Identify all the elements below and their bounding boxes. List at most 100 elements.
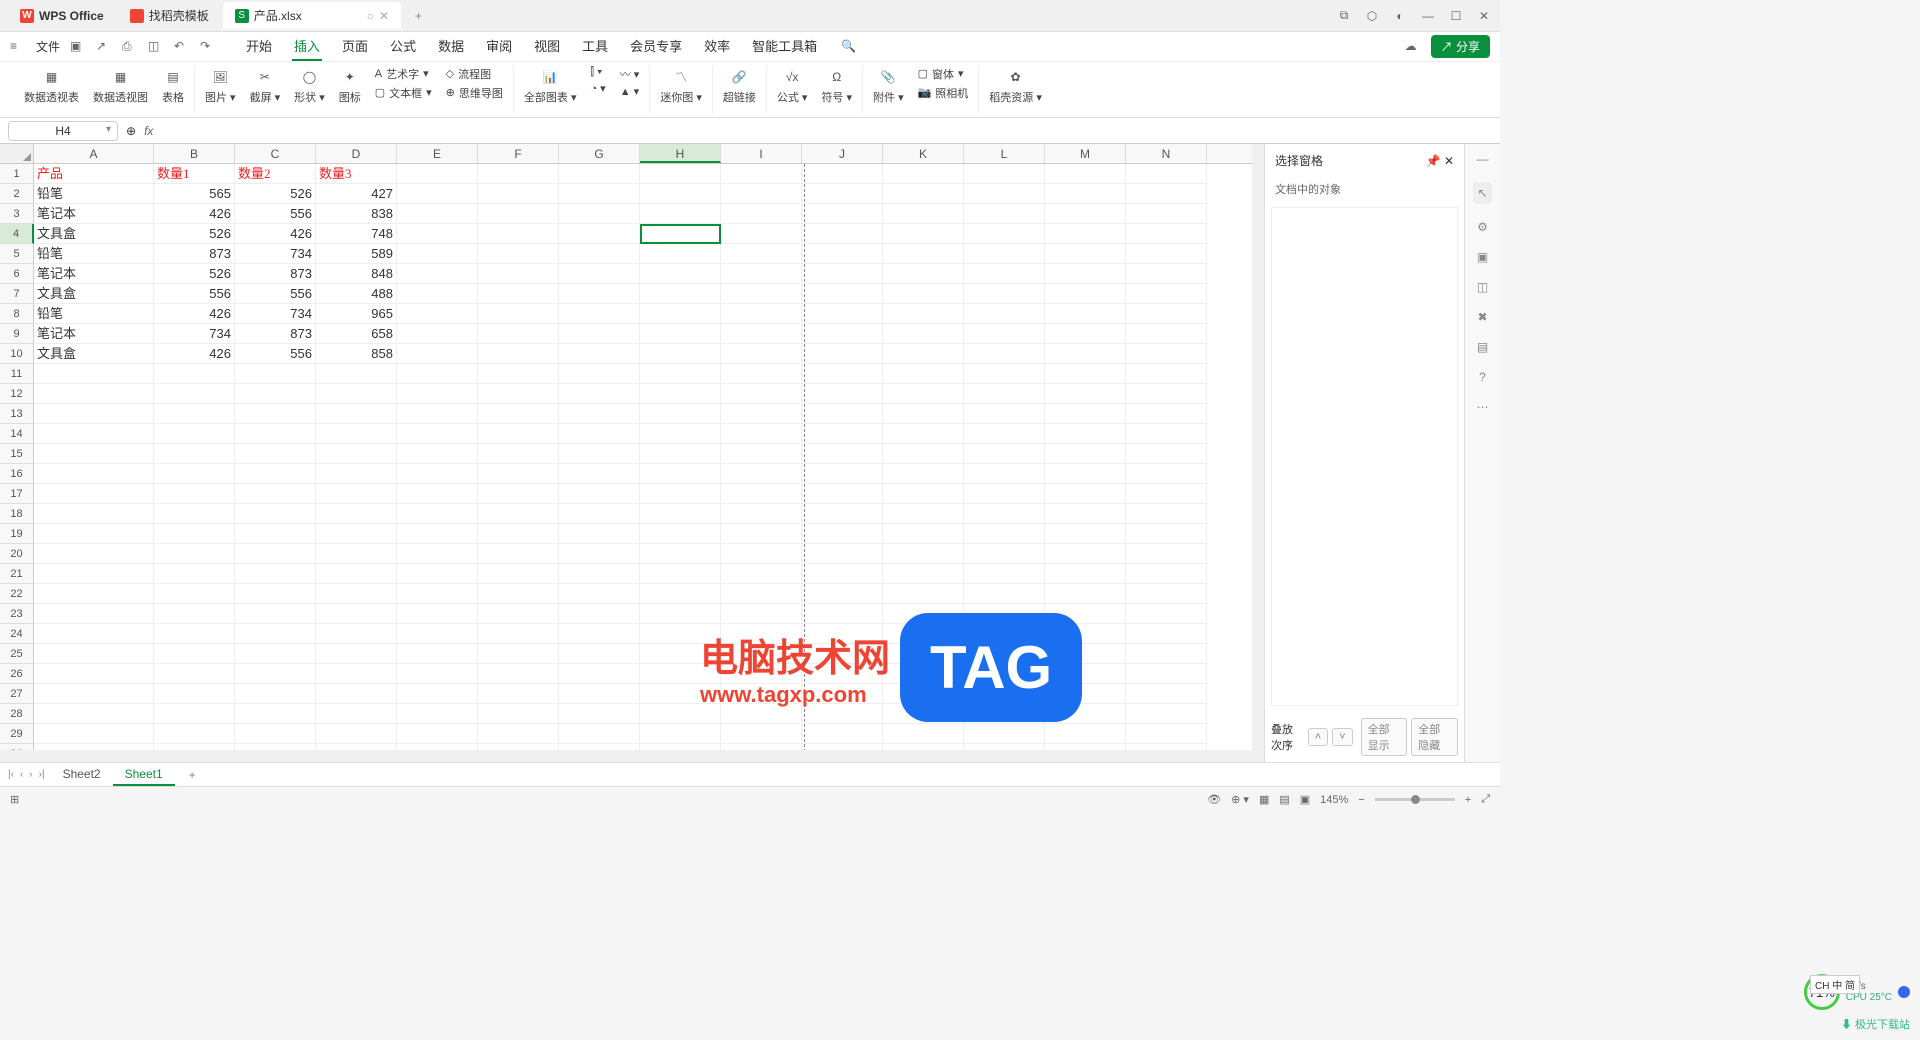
icons-button[interactable]: ✦图标 xyxy=(339,66,361,105)
cell[interactable] xyxy=(883,384,964,404)
cell[interactable] xyxy=(478,284,559,304)
cell[interactable] xyxy=(1126,364,1207,384)
cell[interactable]: 426 xyxy=(154,204,235,224)
sheet-tab[interactable]: Sheet2 xyxy=(51,764,113,786)
row-header[interactable]: 8 xyxy=(0,304,34,324)
cell[interactable]: 838 xyxy=(316,204,397,224)
cell[interactable] xyxy=(316,604,397,624)
cell[interactable] xyxy=(721,684,802,704)
line-chart-button[interactable]: 〰 ▾ xyxy=(620,66,640,82)
ime-indicator[interactable]: CH 中 简 xyxy=(1810,975,1860,994)
cell[interactable] xyxy=(1126,704,1207,724)
cell[interactable] xyxy=(640,284,721,304)
cell[interactable] xyxy=(883,444,964,464)
cell[interactable] xyxy=(34,704,154,724)
cell[interactable] xyxy=(478,704,559,724)
cell[interactable] xyxy=(559,464,640,484)
row-header[interactable]: 28 xyxy=(0,704,34,724)
cell[interactable] xyxy=(559,424,640,444)
cell[interactable] xyxy=(559,344,640,364)
cell[interactable] xyxy=(559,624,640,644)
cell[interactable]: 526 xyxy=(154,264,235,284)
cell[interactable] xyxy=(640,204,721,224)
attachment-button[interactable]: 📎附件 ▾ xyxy=(873,66,904,105)
cell[interactable] xyxy=(559,324,640,344)
cell[interactable] xyxy=(883,544,964,564)
row-header[interactable]: 19 xyxy=(0,524,34,544)
cell[interactable] xyxy=(559,704,640,724)
screenshot-button[interactable]: ✂截屏 ▾ xyxy=(250,66,281,105)
cell[interactable] xyxy=(478,164,559,184)
area-chart-button[interactable]: ▲ ▾ xyxy=(620,85,640,98)
cell[interactable] xyxy=(721,544,802,564)
row-header[interactable]: 5 xyxy=(0,244,34,264)
cell[interactable] xyxy=(721,244,802,264)
cell[interactable] xyxy=(397,544,478,564)
cell[interactable] xyxy=(964,644,1045,664)
cell[interactable] xyxy=(964,384,1045,404)
cell[interactable] xyxy=(883,164,964,184)
horizontal-scrollbar[interactable] xyxy=(0,750,1264,762)
cell[interactable] xyxy=(235,504,316,524)
cell[interactable]: 873 xyxy=(154,244,235,264)
redo-icon[interactable]: ↷ xyxy=(200,39,216,55)
cell[interactable] xyxy=(883,404,964,424)
cell[interactable] xyxy=(397,484,478,504)
cell[interactable] xyxy=(154,444,235,464)
cell[interactable] xyxy=(235,364,316,384)
row-header[interactable]: 10 xyxy=(0,344,34,364)
cell[interactable] xyxy=(802,524,883,544)
col-header-E[interactable]: E xyxy=(397,144,478,163)
cell[interactable] xyxy=(235,584,316,604)
pin-icon[interactable]: 📌 xyxy=(1426,154,1441,168)
cell[interactable] xyxy=(802,504,883,524)
cell[interactable] xyxy=(559,204,640,224)
cell[interactable] xyxy=(802,344,883,364)
cell[interactable]: 铅笔 xyxy=(34,184,154,204)
cell[interactable] xyxy=(559,544,640,564)
cell[interactable] xyxy=(1045,424,1126,444)
cell[interactable] xyxy=(154,724,235,744)
cell[interactable] xyxy=(559,644,640,664)
template-tab[interactable]: 找稻壳模板 xyxy=(118,2,221,29)
cell[interactable] xyxy=(316,544,397,564)
resources-button[interactable]: ✿稻壳资源 ▾ xyxy=(989,66,1042,105)
cell[interactable] xyxy=(802,704,883,724)
cell[interactable] xyxy=(397,224,478,244)
row-header[interactable]: 15 xyxy=(0,444,34,464)
cell[interactable] xyxy=(721,404,802,424)
cell[interactable]: 556 xyxy=(154,284,235,304)
cell[interactable] xyxy=(34,584,154,604)
cell[interactable] xyxy=(964,464,1045,484)
zoom-slider[interactable] xyxy=(1375,798,1455,801)
cell[interactable]: 556 xyxy=(235,344,316,364)
cell[interactable] xyxy=(559,384,640,404)
formula-input[interactable] xyxy=(161,123,1492,138)
cell[interactable] xyxy=(316,444,397,464)
cell[interactable] xyxy=(721,344,802,364)
cell[interactable] xyxy=(721,644,802,664)
cell[interactable] xyxy=(1126,664,1207,684)
cell[interactable] xyxy=(964,184,1045,204)
cell[interactable] xyxy=(883,724,964,744)
file-tab[interactable]: S 产品.xlsx ○ ✕ xyxy=(223,2,401,29)
cell[interactable] xyxy=(721,324,802,344)
cell[interactable]: 848 xyxy=(316,264,397,284)
cell[interactable] xyxy=(640,684,721,704)
cell[interactable] xyxy=(1045,364,1126,384)
cell[interactable]: 488 xyxy=(316,284,397,304)
col-header-K[interactable]: K xyxy=(883,144,964,163)
col-header-F[interactable]: F xyxy=(478,144,559,163)
name-box[interactable]: H4 xyxy=(8,121,118,141)
cell[interactable] xyxy=(1045,264,1126,284)
cell[interactable]: 产品 xyxy=(34,164,154,184)
cell[interactable] xyxy=(1126,644,1207,664)
panel-close-icon[interactable]: ✕ xyxy=(1444,154,1454,168)
search-icon[interactable]: 🔍 xyxy=(841,39,857,55)
cell[interactable] xyxy=(154,484,235,504)
cell[interactable] xyxy=(802,644,883,664)
cloud-icon[interactable]: ☁ xyxy=(1405,39,1421,55)
cell[interactable] xyxy=(721,564,802,584)
cell[interactable]: 748 xyxy=(316,224,397,244)
cell[interactable] xyxy=(721,624,802,644)
